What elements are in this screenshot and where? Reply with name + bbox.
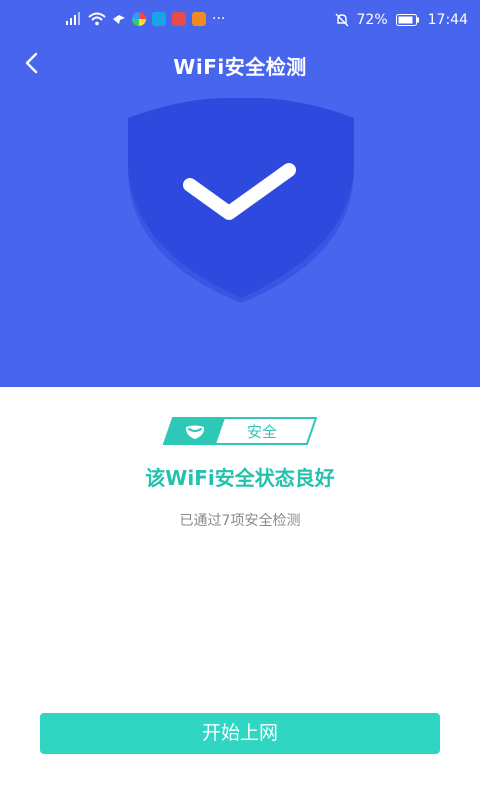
maps-app-icon: [152, 12, 166, 26]
start-browsing-button[interactable]: 开始上网: [40, 713, 440, 754]
status-bar: ··· 72% 17:44: [0, 0, 480, 40]
title-bar: WiFi安全检测: [0, 40, 480, 86]
wifi-security-screen: ··· 72% 17:44 WiFi安全检测 安全 该WiFi安全状态良好 已通…: [0, 0, 480, 800]
page-title: WiFi安全检测: [173, 55, 307, 79]
result-headline: 该WiFi安全状态良好: [145, 466, 335, 490]
shield-check-icon: [128, 98, 354, 303]
status-left-group: ···: [66, 11, 225, 27]
battery-icon: [395, 14, 419, 26]
battery-percent: 72%: [356, 12, 388, 28]
more-notifications-indicator: ···: [212, 11, 226, 27]
safe-tag-label: 安全: [246, 423, 277, 441]
play-app-icon: [192, 12, 206, 26]
book-app-icon: [172, 12, 186, 26]
bird-app-icon: [113, 15, 125, 24]
wifi-icon: [88, 12, 106, 26]
header-panel: ··· 72% 17:44 WiFi安全检测: [0, 0, 480, 387]
signal-icon: [66, 12, 80, 25]
pinwheel-app-icon: [132, 12, 146, 26]
clock-time: 17:44: [427, 12, 468, 28]
status-right-group: 72% 17:44: [335, 12, 468, 28]
mute-icon: [335, 13, 349, 27]
result-subtext: 已通过7项安全检测: [179, 513, 301, 529]
